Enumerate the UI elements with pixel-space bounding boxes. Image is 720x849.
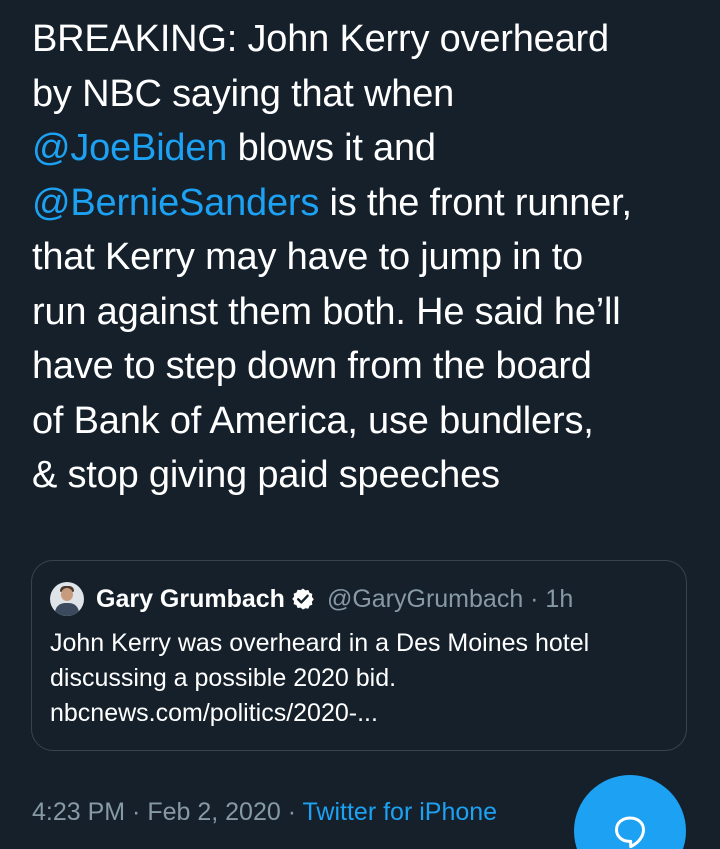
quoted-text-line: discussing a possible 2020 bid. (50, 664, 397, 692)
tweet-text-line: run against them both. He said he’ll (32, 290, 621, 333)
tweet-text-line: BREAKING: John Kerry overheard (32, 18, 609, 60)
quoted-link[interactable]: nbcnews.com/politics/2020-... (50, 696, 670, 731)
tweet-text-fragment: blows it and (227, 127, 436, 169)
tweet-text: BREAKING: John Kerry overheard by NBC sa… (32, 12, 702, 503)
quoted-tweet-card[interactable]: Gary Grumbach @GaryGrumbach · 1h John Ke… (31, 560, 687, 751)
avatar[interactable] (50, 582, 84, 616)
tweet-text-fragment: is the front runner, (319, 181, 632, 224)
reply-fab-button[interactable] (574, 775, 686, 849)
tweet-metadata: 4:23 PM · Feb 2, 2020 · Twitter for iPho… (32, 798, 497, 827)
reply-bubble-icon (615, 816, 645, 849)
tweet-timestamp[interactable]: 4:23 PM · Feb 2, 2020 · (32, 798, 303, 826)
tweet-text-line: & stop giving paid speeches (32, 454, 500, 496)
quoted-tweet-body: John Kerry was overheard in a Des Moines… (50, 626, 670, 731)
tweet-source-link[interactable]: Twitter for iPhone (303, 798, 498, 826)
tweet-text-line: have to step down from the board (32, 345, 592, 387)
quoted-display-name[interactable]: Gary Grumbach (96, 585, 285, 614)
quoted-text-line: John Kerry was overheard in a Des Moines… (50, 629, 590, 657)
tweet-text-line: by NBC saying that when (32, 72, 455, 115)
tweet-text-line: of Bank of America, use bundlers, (32, 399, 594, 442)
verified-badge-icon (291, 587, 315, 611)
mention-joebiden[interactable]: @JoeBiden (32, 127, 227, 169)
tweet-text-line: @JoeBiden blows it and (32, 121, 702, 176)
tweet-text-line: that Kerry may have to jump in to (32, 236, 583, 278)
quoted-handle-and-time: @GaryGrumbach · 1h (326, 584, 574, 613)
mention-berniesanders[interactable]: @BernieSanders (32, 182, 319, 224)
tweet-detail-screen: BREAKING: John Kerry overheard by NBC sa… (0, 0, 720, 849)
tweet-text-line: @BernieSanders is the front runner, (32, 176, 702, 231)
quoted-tweet-header: Gary Grumbach @GaryGrumbach · 1h (50, 581, 573, 617)
